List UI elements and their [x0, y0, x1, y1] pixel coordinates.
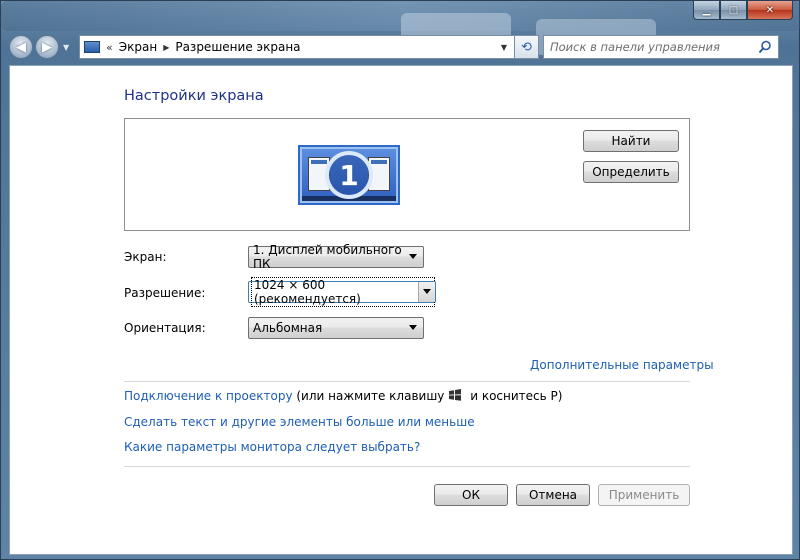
recent-pages-dropdown[interactable]: ▼ — [63, 43, 73, 52]
breadcrumb-overflow[interactable]: « — [106, 41, 113, 54]
page-title: Настройки экрана — [124, 88, 264, 104]
orientation-select-value: Альбомная — [253, 321, 323, 335]
back-arrow-icon: ◀ — [16, 39, 26, 55]
control-panel-icon — [84, 41, 100, 53]
address-bar[interactable]: « Экран ▶ Разрешение экрана ▼ — [79, 35, 515, 59]
maximize-button[interactable]: □ — [720, 1, 747, 20]
refresh-button[interactable]: ⟲ — [515, 35, 539, 59]
chevron-down-icon — [409, 254, 417, 259]
resolution-label: Разрешение: — [124, 286, 206, 300]
projector-row: Подключение к проектору (или нажмите кла… — [124, 389, 562, 403]
find-button[interactable]: Найти — [583, 130, 679, 152]
search-box — [543, 35, 779, 59]
control-panel-window: ▁ □ ✕ ◀ ▶ ▼ « Экран ▶ Разрешение экрана … — [0, 0, 800, 560]
orientation-label: Ориентация: — [124, 321, 206, 335]
detect-button[interactable]: Определить — [583, 161, 679, 183]
forward-button[interactable]: ▶ — [35, 35, 59, 59]
resolution-select-value: 1024 × 600 (рекомендуется) — [251, 277, 435, 307]
breadcrumb-resolution[interactable]: Разрешение экрана — [175, 40, 300, 54]
content-pane: Настройки экрана 1 Найти Определить Экра… — [9, 65, 793, 555]
footer-divider — [124, 466, 690, 467]
chevron-down-icon: ▼ — [63, 42, 70, 52]
back-button[interactable]: ◀ — [9, 35, 33, 59]
screen-select-value: 1. Дисплей мобильного ПК — [253, 243, 402, 271]
resolution-dropdown-button[interactable] — [418, 282, 435, 302]
address-dropdown[interactable]: ▼ — [494, 36, 514, 58]
windows-key-icon — [449, 389, 462, 401]
minimize-icon: ▁ — [702, 4, 711, 16]
display-preview-area: 1 Найти Определить — [124, 118, 690, 231]
caption-buttons: ▁ □ ✕ — [693, 1, 793, 20]
chevron-down-icon — [423, 289, 431, 294]
monitor-help-link[interactable]: Какие параметры монитора следует выбрать… — [124, 440, 420, 454]
resolution-select[interactable]: 1024 × 600 (рекомендуется) — [248, 277, 436, 307]
minimize-button[interactable]: ▁ — [693, 1, 720, 20]
maximize-icon: □ — [728, 4, 739, 16]
breadcrumb-separator-icon[interactable]: ▶ — [163, 43, 169, 52]
breadcrumb-screen[interactable]: Экран — [119, 40, 157, 54]
orientation-select[interactable]: Альбомная — [248, 317, 424, 339]
apply-button[interactable]: Применить — [598, 484, 690, 506]
text-size-link[interactable]: Сделать текст и другие элементы больше и… — [124, 415, 475, 429]
divider — [124, 381, 690, 382]
navigation-bar: ◀ ▶ ▼ « Экран ▶ Разрешение экрана ▼ ⟲ — [9, 33, 793, 61]
projector-hint-text-end: и коснитесь P) — [466, 389, 563, 403]
search-icon[interactable] — [758, 40, 772, 54]
close-icon: ✕ — [765, 4, 775, 16]
monitor-icon[interactable]: 1 — [298, 145, 400, 205]
ok-button[interactable]: ОК — [434, 484, 508, 506]
monitor-number-badge: 1 — [325, 151, 373, 199]
advanced-settings-link[interactable]: Дополнительные параметры — [530, 358, 714, 372]
cancel-button[interactable]: Отмена — [516, 484, 590, 506]
search-input[interactable] — [550, 37, 750, 57]
close-button[interactable]: ✕ — [747, 1, 793, 20]
chevron-down-icon: ▼ — [500, 42, 508, 52]
screen-select[interactable]: 1. Дисплей мобильного ПК — [248, 243, 424, 271]
screen-label: Экран: — [124, 250, 167, 264]
projector-hint-text: (или нажмите клавишу — [292, 389, 445, 403]
projector-link[interactable]: Подключение к проектору — [124, 389, 293, 403]
refresh-icon: ⟲ — [521, 39, 532, 55]
chevron-down-icon — [409, 325, 417, 330]
forward-arrow-icon: ▶ — [42, 39, 52, 55]
